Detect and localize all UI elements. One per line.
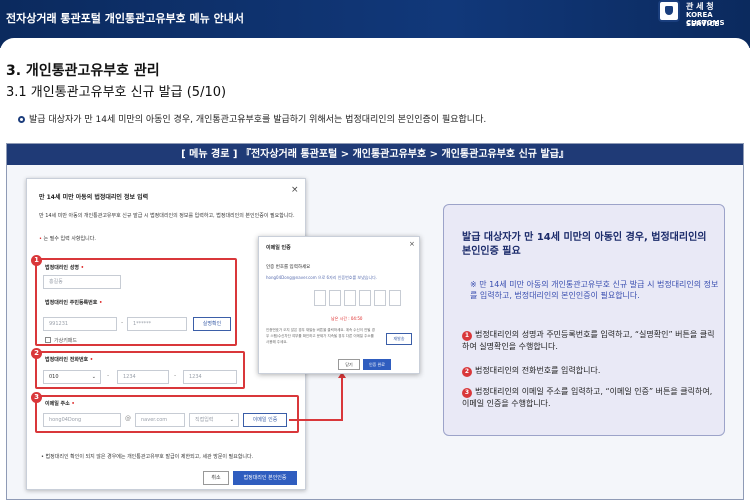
email-domain-select-value: 직접입력 [195,417,214,423]
info-title: 발급 대상자가 만 14세 미만의 아동인 경우, 법정대리인의 본인인증 필요 [462,232,707,257]
resend-info: 인증번호가 오지 않은 경우 재발송 버튼을 클릭하세요. 계속 수신이 안될 … [266,328,375,344]
email-verification-modal: 이메일 인증 × 인증 번호를 입력하세요 hong04Dong@naver.c… [258,236,420,374]
step-badge-3: 3 [31,392,42,403]
code-prompt: 인증 번호를 입력하세요 [266,265,311,270]
intro-text: 발급 대상자가 만 14세 미만의 아동인 경우, 개인통관고유부호를 발급하기… [29,115,487,125]
code-digit-input[interactable] [344,290,356,306]
phone-prefix-value: 010 [49,374,59,380]
close-icon[interactable]: × [409,240,415,248]
required-star: • [89,357,94,363]
phone-label-text: 법정대리인 전화번호 [45,357,89,363]
document-title: 전자상거래 통관포털 개인통관고유부호 메뉴 안내서 [6,12,244,25]
info-note: ※ 만 14세 미만 아동의 개인통관고유부호 신규 발급 시 법정대리인의 정… [470,280,719,300]
step-text: 법정대리인의 성명과 주민등록번호를 입력하고, “실명확인” 버튼을 클릭하여… [462,330,715,351]
chevron-down-icon: ⌄ [229,417,234,423]
verify-name-button[interactable]: 실명확인 [193,317,231,331]
chevron-down-icon: ⌄ [91,374,96,380]
required-note-text: 는 필수 입력 사항입니다. [43,236,96,242]
email-verify-button[interactable]: 이메일 인증 [243,413,287,427]
code-digit-input[interactable] [359,290,371,306]
connector-line-horizontal [289,419,343,421]
sent-email-notice: hong04Dong@naver.com 으로 6자리 인증번호를 보냈습니다. [266,275,378,280]
phone-mid-input[interactable]: 1234 [117,370,169,384]
info-box: 발급 대상자가 만 14세 미만의 아동인 경우, 법정대리인의 본인인증 필요… [443,204,725,436]
rrn-dash: - [121,319,124,326]
guardian-auth-button[interactable]: 법정대리인 본인인증 [233,471,297,485]
phone-prefix-select[interactable]: 010 ⌄ [43,370,101,384]
banner-curve [0,38,750,52]
cancel-button[interactable]: 취소 [203,471,229,485]
step-text: 법정대리인의 전화번호를 입력합니다. [475,366,601,375]
circle-bullet-icon [18,116,25,123]
required-star: • [71,401,75,407]
step-badge-1: 1 [31,255,42,266]
modal-title: 이메일 인증 [266,245,291,251]
step-badge-2: 2 [31,348,42,359]
info-step-2: 2 법정대리인의 전화번호를 입력합니다. [462,365,720,377]
code-digit-input[interactable] [314,290,326,306]
guardian-warning-note: • 법정대리인 확인이 되지 않은 경우에는 개인통관고유부호 발급이 제한되고… [41,454,254,460]
email-id-input[interactable]: hong04Dong [43,413,121,427]
email-domain-select[interactable]: 직접입력 ⌄ [189,413,239,427]
phone-dash-2: - [174,372,177,379]
required-note: • 는 필수 입력 사항입니다. [39,235,96,242]
rrn-back-input[interactable]: 1****** [127,317,187,331]
logo-english-line2: SERVICE [686,20,720,28]
virtual-keypad-label: 가상키패드 [54,338,78,344]
phone-dash-1: - [107,372,110,379]
resend-button[interactable]: 재발송 [386,333,412,345]
section-heading: 3. 개인통관고유부호 관리 [6,63,160,79]
menu-path: [ 메뉴 경로 ] 『전자상거래 통관포털 > 개인통관고유부호 > 개인통관고… [7,144,743,165]
required-star: • [80,265,84,271]
step-number-badge: 1 [462,331,472,341]
step-text: 법정대리인의 이메일 주소를 입력하고, “이메일 인증” 버튼을 클릭하여, … [462,387,713,408]
email-domain-input[interactable]: naver.com [135,413,185,427]
email-label-text: 이메일 주소 [45,401,70,407]
name-label-text: 법정대리인 성명 [45,265,79,271]
code-digit-input[interactable] [329,290,341,306]
customs-emblem-icon [658,0,680,22]
code-digit-input[interactable] [374,290,386,306]
phone-last-input[interactable]: 1234 [183,370,237,384]
modal-description: 만 14세 미만 아동의 개인통관고유부호 신규 발급 시 법정대리인의 정보를… [39,213,295,219]
info-step-1: 1 법정대리인의 성명과 주민등록번호를 입력하고, “실명확인” 버튼을 클릭하… [462,329,720,352]
guardian-name-input[interactable]: 홍길동 [43,275,121,289]
rrn-label-text: 법정대리인 주민등록번호 [45,300,98,306]
step-number-badge: 2 [462,367,472,377]
remaining-time: 남은 시간 : 04:50 [331,316,363,321]
phone-label: 법정대리인 전화번호 • [45,356,93,363]
rrn-label: 법정대리인 주민등록번호 • [45,299,102,306]
code-digit-input[interactable] [389,290,401,306]
info-step-3: 3 법정대리인의 이메일 주소를 입력하고, “이메일 인증” 버튼을 클릭하여,… [462,386,720,409]
modal-title: 만 14세 미만 아동의 법정대리인 정보 입력 [39,194,149,201]
required-star: • [99,300,103,306]
close-icon[interactable]: × [291,185,299,195]
email-at-sign: @ [125,415,131,422]
name-label: 법정대리인 성명 • [45,264,84,271]
email-label: 이메일 주소 • [45,400,75,407]
required-star: • [39,236,42,242]
intro-bullet: 발급 대상자가 만 14세 미만의 아동인 경우, 개인통관고유부호를 발급하기… [18,112,486,125]
rrn-front-input[interactable]: 991231 [43,317,117,331]
connector-line-vertical [341,375,343,421]
verify-complete-button[interactable]: 인증 완료 [363,359,391,370]
step-number-badge: 3 [462,388,472,398]
close-button[interactable]: 닫기 [338,359,360,370]
virtual-keypad-checkbox[interactable] [45,337,51,343]
subsection-heading: 3.1 개인통관고유부호 신규 발급 (5/10) [6,85,227,100]
